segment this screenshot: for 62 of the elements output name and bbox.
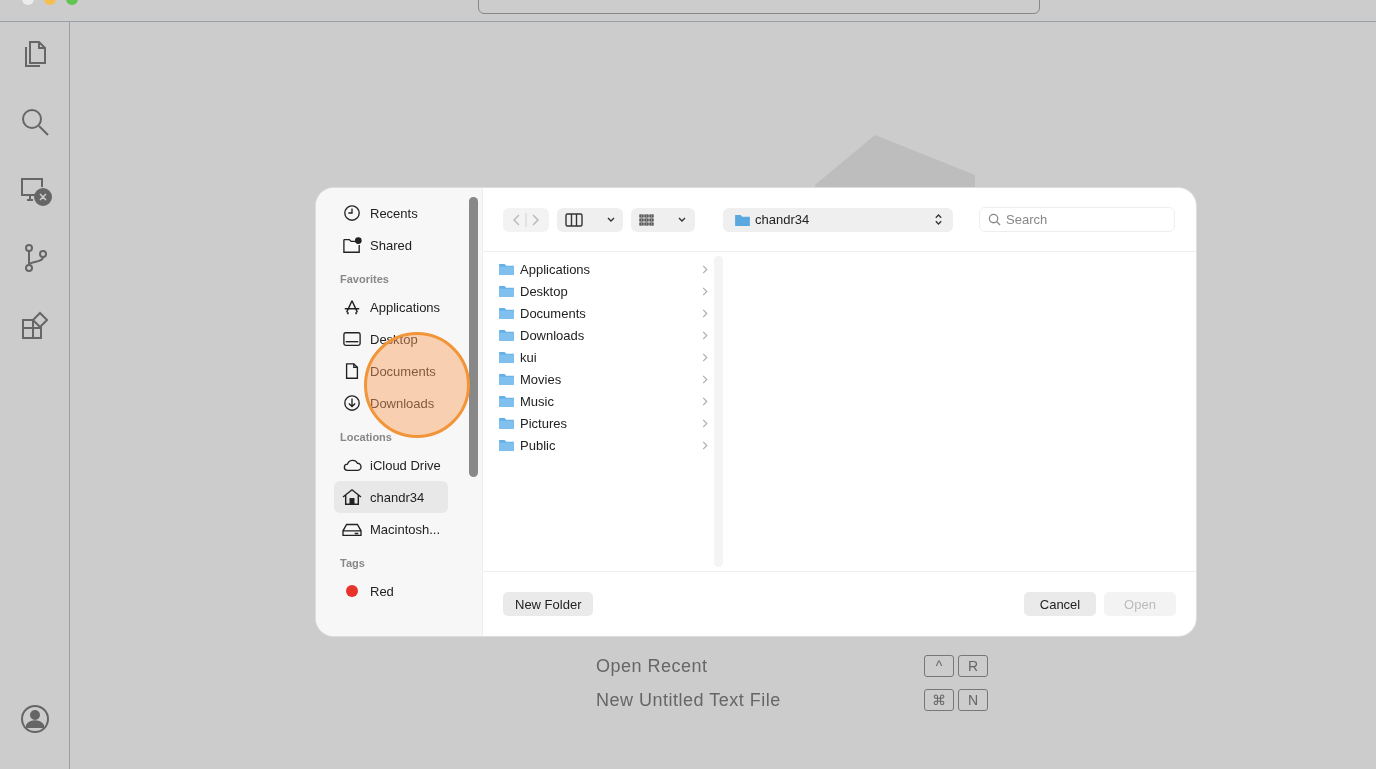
up-down-icon — [934, 213, 943, 226]
chevron-icon — [702, 286, 708, 296]
folder-icon — [499, 307, 514, 319]
section-heading: Locations — [339, 431, 393, 445]
folder-row[interactable]: Music — [499, 390, 714, 412]
shortcut-label[interactable]: New Untitled Text File — [596, 689, 924, 711]
folder-row[interactable]: Pictures — [499, 412, 714, 434]
folder-icon — [499, 439, 514, 451]
folder-icon — [499, 285, 514, 297]
sidebar-item[interactable]: Documents — [334, 355, 448, 387]
sidebar-item[interactable]: Recents — [334, 197, 448, 229]
shortcut-label[interactable]: Open Recent — [596, 655, 924, 677]
key-cap: R — [958, 655, 988, 677]
search-field[interactable]: Search — [979, 207, 1175, 232]
folder-row[interactable]: kui — [499, 346, 714, 368]
chevron-icon — [702, 308, 708, 318]
folder-icon — [499, 417, 514, 429]
sidebar-item[interactable]: Shared — [334, 229, 448, 261]
chevron-icon — [702, 374, 708, 384]
key-cap: ^ — [924, 655, 954, 677]
folder-row[interactable]: Documents — [499, 302, 714, 324]
columns-icon — [564, 211, 616, 228]
icon-view-button[interactable] — [631, 207, 695, 232]
chevron-icon — [702, 330, 708, 340]
folder-row[interactable]: Movies — [499, 368, 714, 390]
house-icon — [342, 488, 362, 506]
section-heading: Tags — [339, 557, 366, 571]
folder-icon — [499, 263, 514, 275]
search-icon — [988, 213, 1001, 226]
chevron-icon — [702, 264, 708, 274]
chevron-icon — [702, 440, 708, 450]
dialog-button[interactable]: Cancel — [1024, 592, 1096, 616]
sidebar-item[interactable]: Downloads — [334, 387, 448, 419]
shared-folder-icon — [342, 236, 362, 254]
folder-row[interactable]: Public — [499, 434, 714, 456]
dialog-button[interactable]: New Folder — [503, 592, 594, 616]
sidebar-item[interactable]: Applications — [334, 291, 448, 323]
clock-icon — [342, 204, 362, 222]
apps-icon — [342, 298, 362, 316]
sidebar-item[interactable]: Red — [334, 575, 448, 607]
folder-icon — [499, 351, 514, 363]
download-icon — [342, 394, 362, 412]
folder-row[interactable]: Desktop — [499, 280, 714, 302]
sidebar-item[interactable]: Macintosh... — [334, 513, 448, 545]
section-heading: Favorites — [339, 273, 390, 287]
key-cap: ⌘ — [924, 689, 954, 711]
sidebar-item[interactable]: chandr34 — [334, 481, 448, 513]
key-cap: N — [958, 689, 988, 711]
chevron-icon — [702, 352, 708, 362]
chevron-icon — [702, 418, 708, 428]
location-popup[interactable]: chandr34 — [723, 207, 953, 232]
folder-row[interactable]: Applications — [499, 258, 714, 280]
chevron-icon — [702, 396, 708, 406]
folder-icon — [735, 213, 750, 226]
folder-icon — [499, 373, 514, 385]
column-view-button[interactable] — [557, 207, 623, 232]
search-placeholder: Search — [1006, 212, 1048, 227]
folder-icon — [499, 329, 514, 341]
folder-icon — [499, 395, 514, 407]
sidebar-item[interactable]: iCloud Drive — [334, 449, 448, 481]
folder-row[interactable]: Downloads — [499, 324, 714, 346]
display-icon — [342, 330, 362, 348]
